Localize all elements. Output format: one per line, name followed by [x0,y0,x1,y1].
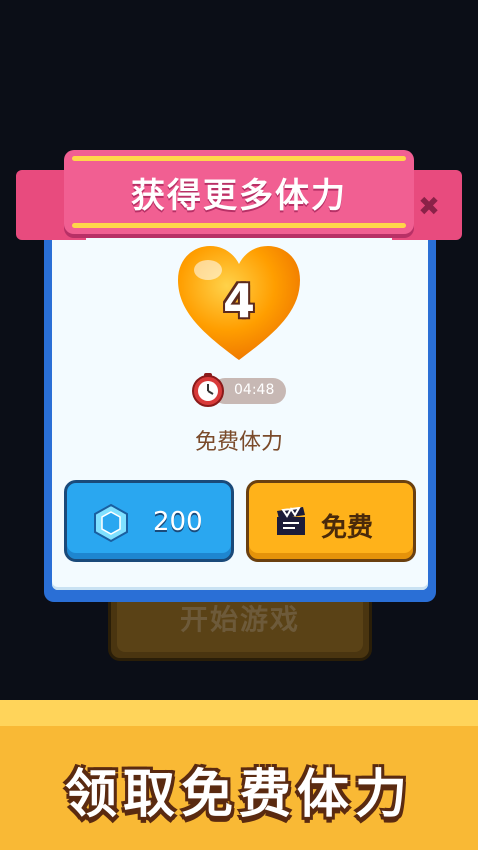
watch-video-free-button[interactable]: 免费 [246,480,416,562]
video-icon [277,507,305,535]
gem-price: 200 [153,507,203,537]
buy-with-gems-button[interactable]: 200 [64,480,234,562]
free-button-label: 免费 [321,513,374,543]
timer-text: 04:48 [234,382,275,398]
free-energy-label: 免费体力 [194,430,283,455]
banner-highlight [0,700,478,726]
gem-icon [94,503,128,543]
title-ribbon: 获得更多体力 [64,150,414,234]
banner-title: 领取免费体力 [64,765,413,825]
start-game-label: 开始游戏 [179,603,300,636]
clock-icon [192,373,224,407]
close-icon[interactable]: ✖ [414,192,444,222]
dialog-title: 获得更多体力 [131,176,347,216]
energy-count: 4 [222,274,255,328]
